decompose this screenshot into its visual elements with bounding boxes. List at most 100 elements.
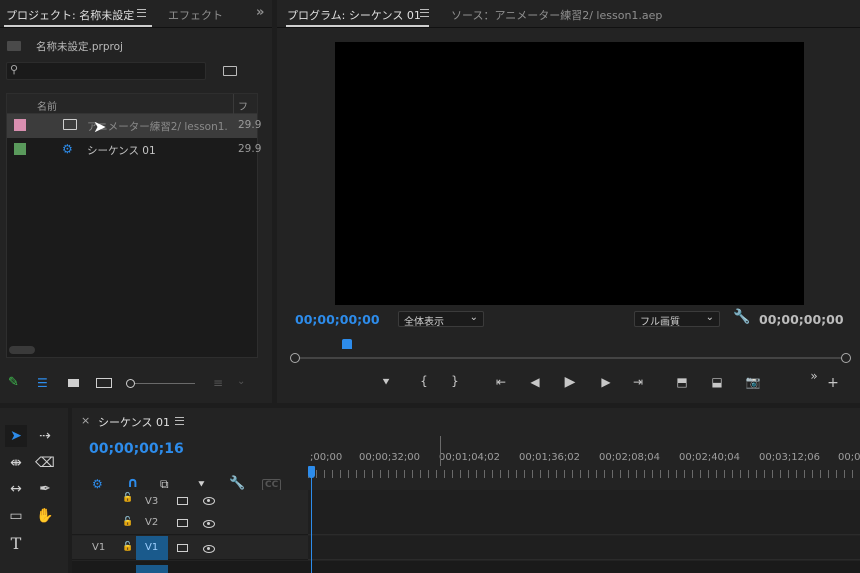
track-select-tool-icon[interactable]: ⇢	[34, 425, 56, 447]
step-forward-icon[interactable]: ▶	[597, 375, 615, 389]
overflow-tabs-icon[interactable]: »	[256, 5, 264, 20]
search-input[interactable]: ⚲	[6, 62, 206, 80]
ruler-label: 00;00;32;00	[359, 452, 421, 463]
scrub-end-handle[interactable]	[841, 353, 851, 363]
scrub-bar[interactable]	[295, 357, 846, 359]
zoom-slider-track[interactable]	[135, 383, 195, 384]
button-editor-icon[interactable]: +	[824, 375, 842, 391]
new-bin-icon[interactable]	[223, 66, 237, 76]
tab-project[interactable]: プロジェクト: 名称未設定	[6, 7, 134, 23]
panel-menu-icon[interactable]	[175, 417, 184, 425]
close-tab-icon[interactable]: ×	[81, 414, 90, 427]
sync-lock-icon[interactable]	[177, 544, 188, 552]
source-patch-label[interactable]: V1	[92, 542, 105, 553]
label-color-swatch[interactable]	[14, 143, 26, 155]
timeline-timecode[interactable]: 00;00;00;16	[89, 441, 184, 457]
video-preview[interactable]	[335, 42, 804, 305]
eye-icon[interactable]	[203, 520, 215, 528]
tab-sequence[interactable]: シーケンス 01	[98, 414, 170, 430]
more-controls-icon[interactable]: »	[805, 369, 823, 383]
list-header: 名前 フレ	[7, 94, 257, 128]
ruler-label: 00;02;40;04	[679, 452, 741, 463]
freeform-view-icon[interactable]	[96, 378, 112, 388]
mark-in-icon[interactable]: {	[415, 374, 433, 388]
track-target-button[interactable]: V1	[136, 536, 168, 560]
rectangle-tool-icon[interactable]: ▭	[5, 505, 27, 527]
track-header-v2[interactable]: 🔓 V2	[72, 511, 308, 535]
tab-program[interactable]: プログラム: シーケンス 01	[287, 7, 421, 23]
list-item[interactable]: アニメーター練習2/ lesson1. 29.9 ➤	[7, 114, 261, 138]
track-target-label: V1	[145, 542, 159, 553]
export-frame-icon[interactable]: 📷	[744, 375, 762, 389]
mark-out-icon[interactable]: }	[446, 374, 464, 388]
playhead-marker[interactable]	[342, 339, 352, 349]
sequence-icon: ⚙	[62, 142, 73, 156]
wrench-icon[interactable]: 🔧	[733, 309, 750, 325]
slip-tool-icon[interactable]: ↔	[5, 478, 27, 500]
eye-icon[interactable]	[203, 497, 215, 505]
tab-source[interactable]: ソース：アニメーター練習2/ lesson1.aep	[451, 7, 662, 23]
extract-icon[interactable]: ⬓	[708, 375, 726, 389]
go-to-in-icon[interactable]: ⇤	[492, 375, 510, 389]
label-color-swatch[interactable]	[14, 119, 26, 131]
active-tab-underline	[4, 25, 152, 27]
chevron-down-icon[interactable]: ⌄	[237, 376, 245, 387]
go-to-out-icon[interactable]: ⇥	[629, 375, 647, 389]
sync-lock-icon[interactable]	[177, 519, 188, 527]
zoom-level-select[interactable]: 全体表示 ⌄	[398, 311, 484, 328]
active-tab-underline	[286, 25, 429, 27]
program-monitor-panel: プログラム: シーケンス 01 ソース：アニメーター練習2/ lesson1.a…	[277, 0, 860, 403]
timeline-settings-wrench-icon[interactable]: 🔧	[229, 476, 245, 491]
selection-tool-icon[interactable]: ➤	[5, 425, 27, 447]
item-framerate: 29.9	[238, 119, 262, 131]
list-item[interactable]: ⚙ シーケンス 01 29.9	[7, 138, 261, 162]
ruler-label: 00;02;08;04	[599, 452, 661, 463]
audio-track-target[interactable]	[136, 565, 168, 573]
lock-icon[interactable]: 🔓	[122, 542, 133, 552]
ruler-label: 00;03;12;06	[759, 452, 821, 463]
horizontal-scrollbar[interactable]	[9, 346, 35, 354]
lift-icon[interactable]: ⬒	[673, 375, 691, 389]
column-header-name[interactable]: 名前	[37, 98, 57, 113]
track-target-label[interactable]: V2	[145, 517, 158, 528]
time-ruler[interactable]	[308, 438, 860, 492]
hand-tool-icon[interactable]: ✋	[34, 505, 56, 527]
track-lane-v1[interactable]	[308, 536, 860, 560]
icon-view-icon[interactable]	[68, 379, 79, 387]
playback-resolution-value: フル画質	[640, 317, 680, 328]
nest-toggle-icon[interactable]: ⚙	[92, 477, 103, 491]
type-tool-icon[interactable]: T	[5, 533, 27, 555]
add-marker-icon[interactable]: ⯆	[377, 375, 395, 390]
item-framerate: 29.9	[238, 143, 262, 155]
pencil-icon[interactable]: ✎	[8, 375, 19, 390]
ruler-ticks	[308, 470, 860, 478]
lock-icon[interactable]: 🔓	[122, 517, 133, 527]
playback-resolution-select[interactable]: フル画質 ⌄	[634, 311, 720, 328]
snap-magnet-icon[interactable]: ∩	[127, 475, 138, 491]
sort-icon[interactable]: ≡	[213, 376, 223, 390]
pen-tool-icon[interactable]: ✒	[34, 478, 56, 500]
chevron-down-icon: ⌄	[705, 312, 714, 323]
step-back-icon[interactable]: ◀	[526, 375, 544, 389]
play-icon[interactable]: ▶	[561, 374, 579, 390]
eye-icon[interactable]	[203, 545, 215, 553]
list-view-icon[interactable]: ☰	[37, 376, 48, 390]
sync-lock-icon[interactable]	[177, 497, 188, 505]
track-target-label[interactable]: V3	[145, 496, 158, 507]
timeline-panel: × シーケンス 01 00;00;00;16 ⚙ ∩ ⧉ ⯆ 🔧 CC ;00;…	[72, 408, 860, 573]
razor-tool-icon[interactable]: ⌫	[34, 452, 56, 474]
tab-effects[interactable]: エフェクト	[168, 7, 223, 23]
timeline-tabbar: × シーケンス 01	[72, 408, 860, 434]
zoom-slider-handle[interactable]	[126, 379, 135, 388]
playhead-timecode[interactable]: 00;00;00;00	[295, 312, 380, 327]
scrub-start-handle[interactable]	[290, 353, 300, 363]
panel-menu-icon[interactable]	[420, 9, 429, 17]
track-header-v1[interactable]: V1 🔓 V1	[72, 536, 308, 560]
panel-menu-icon[interactable]	[137, 9, 146, 17]
project-item-list: 名前 フレ アニメーター練習2/ lesson1. 29.9 ➤ ⚙ シーケンス…	[6, 93, 261, 358]
ripple-edit-tool-icon[interactable]: ⇼	[5, 452, 27, 474]
project-panel: プロジェクト: 名称未設定 エフェクト » 名称未設定.prproj ⚲ 名前 …	[0, 0, 272, 403]
search-icon: ⚲	[10, 63, 19, 76]
lock-icon[interactable]: 🔓	[122, 493, 133, 503]
track-lane-v2[interactable]	[308, 511, 860, 535]
